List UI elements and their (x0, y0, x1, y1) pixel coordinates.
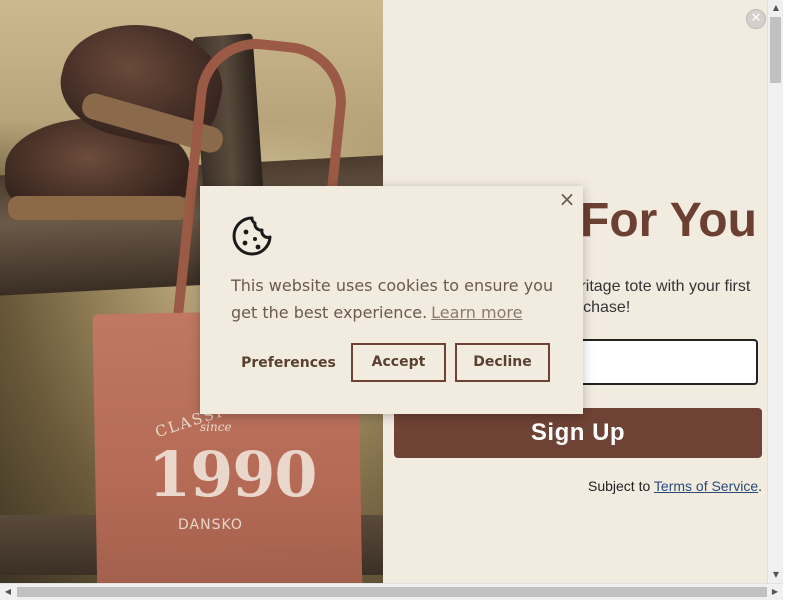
terms-of-service-link[interactable]: Terms of Service (654, 478, 758, 494)
tote-brand: DANSKO (178, 517, 243, 533)
cookie-banner: × This website uses cookies to ensure yo… (200, 186, 583, 414)
popup-headline: For You (580, 194, 757, 247)
tote-text: since (200, 420, 232, 434)
terms-notice: Subject to Terms of Service. (588, 478, 762, 494)
scroll-up-arrow-icon[interactable]: ▲ (768, 0, 784, 16)
scroll-right-arrow-icon[interactable]: ▶ (767, 584, 783, 600)
scroll-down-arrow-icon[interactable]: ▼ (768, 567, 784, 583)
scrollbar-thumb[interactable] (17, 587, 767, 597)
scroll-left-arrow-icon[interactable]: ◀ (0, 584, 16, 600)
scrollbar-thumb[interactable] (770, 17, 781, 83)
cookie-message: This website uses cookies to ensure you … (231, 272, 561, 326)
offer-text: Heritage tote with your first purchase! (560, 278, 751, 316)
close-popup-button[interactable]: ✕ (746, 9, 766, 29)
accept-button[interactable]: Accept (351, 343, 446, 382)
terms-suffix: . (758, 478, 763, 494)
cookie-close-button[interactable]: × (558, 189, 576, 209)
horizontal-scrollbar[interactable]: ◀ ▶ (0, 583, 783, 600)
cookie-icon (232, 216, 272, 256)
preferences-button[interactable]: Preferences (231, 344, 346, 382)
tote-year: 1990 (148, 438, 318, 511)
page: CLASSIC SINCE since 1990 DANSKO ✕ For Yo… (0, 0, 767, 583)
vertical-scrollbar[interactable]: ▲ ▼ (767, 0, 783, 583)
decline-button[interactable]: Decline (455, 343, 550, 382)
learn-more-link[interactable]: Learn more (431, 303, 522, 322)
signup-button[interactable]: Sign Up (394, 408, 762, 458)
terms-prefix: Subject to (588, 478, 654, 494)
